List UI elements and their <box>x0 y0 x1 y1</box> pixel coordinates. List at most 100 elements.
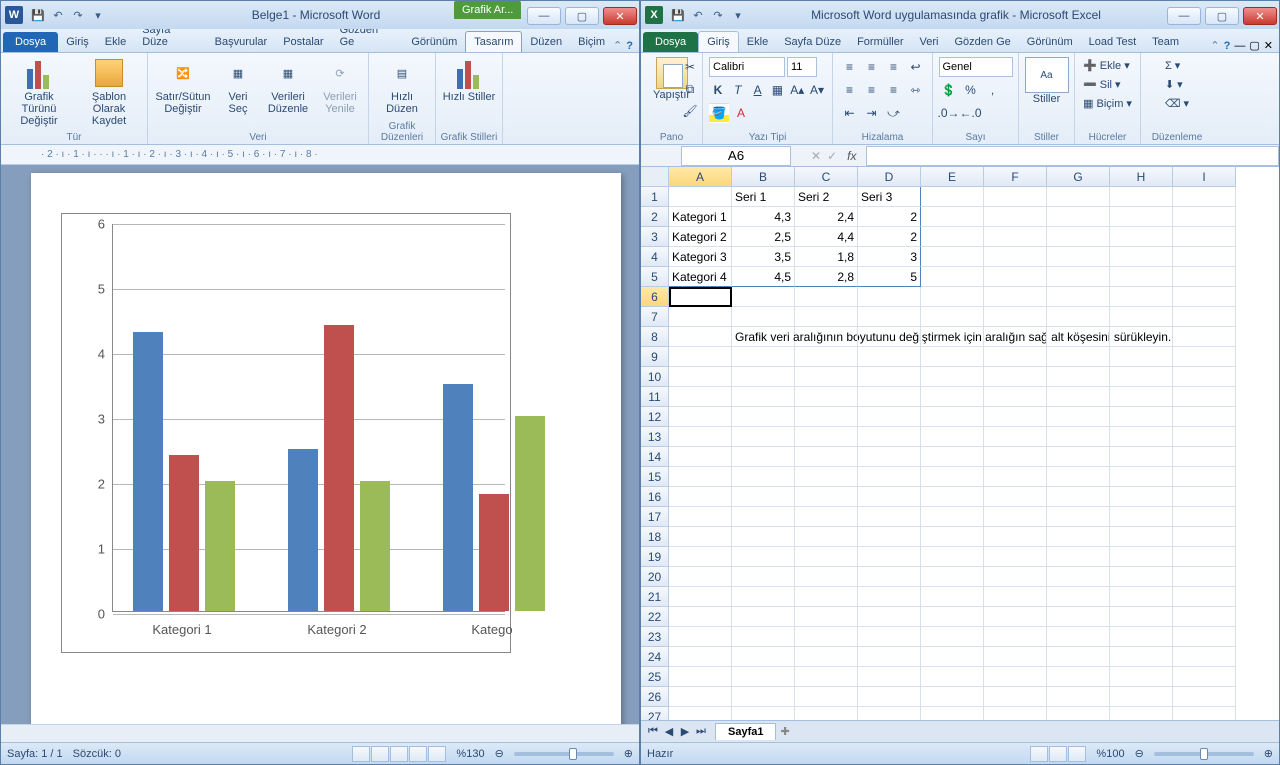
orientation-icon[interactable]: ⤻ <box>884 103 904 123</box>
cell[interactable] <box>1110 267 1173 287</box>
chart-bar[interactable] <box>205 481 235 611</box>
cell[interactable] <box>984 467 1047 487</box>
cell[interactable]: 2,8 <box>795 267 858 287</box>
cell[interactable] <box>1110 447 1173 467</box>
sheet-tab[interactable]: Sayfa1 <box>715 723 776 740</box>
cell[interactable] <box>858 387 921 407</box>
cell[interactable] <box>795 467 858 487</box>
row-header[interactable]: 25 <box>641 667 669 687</box>
enter-formula-icon[interactable]: ✓ <box>827 149 837 163</box>
cell[interactable] <box>858 327 921 347</box>
cell[interactable] <box>795 507 858 527</box>
cell[interactable] <box>732 367 795 387</box>
cell[interactable] <box>1110 487 1173 507</box>
cell[interactable] <box>984 227 1047 247</box>
qat-more-icon[interactable]: ▾ <box>729 6 747 24</box>
cell[interactable] <box>921 467 984 487</box>
cell[interactable] <box>984 567 1047 587</box>
cell[interactable] <box>984 607 1047 627</box>
cell[interactable]: 2,5 <box>732 227 795 247</box>
zoom-label[interactable]: %130 <box>456 748 484 760</box>
row-header[interactable]: 2 <box>641 207 669 227</box>
cell[interactable] <box>921 627 984 647</box>
cell[interactable] <box>1110 187 1173 207</box>
cell[interactable] <box>1110 547 1173 567</box>
cell[interactable] <box>732 427 795 447</box>
tab-formulas[interactable]: Formüller <box>849 32 911 52</box>
cell[interactable] <box>921 567 984 587</box>
excel-grid[interactable]: ABCDEFGHI 1Seri 1Seri 2Seri 32Kategori 1… <box>641 167 1279 720</box>
chart-bar[interactable] <box>515 416 545 611</box>
column-header[interactable]: G <box>1047 167 1110 187</box>
cell[interactable] <box>795 287 858 307</box>
draft-view[interactable] <box>428 746 446 762</box>
cell[interactable] <box>921 267 984 287</box>
cell[interactable] <box>732 687 795 707</box>
cell[interactable] <box>1047 227 1110 247</box>
cell[interactable] <box>669 587 732 607</box>
zoom-out-icon[interactable]: ⊖ <box>1135 747 1144 760</box>
cell[interactable] <box>1047 187 1110 207</box>
cell[interactable] <box>921 327 984 347</box>
cancel-formula-icon[interactable]: ✕ <box>811 149 821 163</box>
cell[interactable] <box>795 367 858 387</box>
cell[interactable] <box>795 547 858 567</box>
cell[interactable] <box>921 367 984 387</box>
cell[interactable] <box>669 527 732 547</box>
row-header[interactable]: 20 <box>641 567 669 587</box>
cell[interactable] <box>984 627 1047 647</box>
row-header[interactable]: 4 <box>641 247 669 267</box>
redo-icon[interactable]: ↷ <box>709 6 727 24</box>
cell[interactable] <box>921 487 984 507</box>
cell[interactable] <box>795 407 858 427</box>
cell[interactable] <box>984 667 1047 687</box>
close-button[interactable]: ✕ <box>1243 7 1277 25</box>
cell[interactable] <box>984 707 1047 720</box>
cell[interactable] <box>1173 287 1236 307</box>
chart-bar[interactable] <box>479 494 509 611</box>
underline-button[interactable]: A <box>749 80 767 100</box>
font-color-button[interactable]: A <box>731 103 751 123</box>
row-header[interactable]: 11 <box>641 387 669 407</box>
tab-load-test[interactable]: Load Test <box>1081 32 1145 52</box>
tab-home[interactable]: Giriş <box>58 32 97 52</box>
column-header[interactable]: F <box>984 167 1047 187</box>
cell[interactable] <box>1173 467 1236 487</box>
cell[interactable] <box>732 707 795 720</box>
qat-more-icon[interactable]: ▾ <box>89 6 107 24</box>
cell[interactable] <box>921 507 984 527</box>
cell[interactable] <box>795 327 858 347</box>
cell[interactable] <box>858 307 921 327</box>
cell[interactable] <box>858 467 921 487</box>
tab-chart-layout[interactable]: Düzen <box>522 32 570 52</box>
cell[interactable] <box>984 487 1047 507</box>
merge-center-icon[interactable]: ⇿ <box>906 80 926 100</box>
chart-bar[interactable] <box>360 481 390 611</box>
cell[interactable] <box>1110 467 1173 487</box>
cell[interactable] <box>1173 427 1236 447</box>
cell[interactable]: 4,4 <box>795 227 858 247</box>
cell[interactable]: 2 <box>858 227 921 247</box>
row-header[interactable]: 18 <box>641 527 669 547</box>
cell[interactable] <box>1173 247 1236 267</box>
cell[interactable] <box>1047 207 1110 227</box>
align-center-icon[interactable]: ≡ <box>862 80 882 100</box>
cell[interactable] <box>1173 307 1236 327</box>
cell[interactable] <box>1047 247 1110 267</box>
column-header[interactable]: I <box>1173 167 1236 187</box>
cell[interactable] <box>1173 507 1236 527</box>
cell[interactable] <box>858 687 921 707</box>
cell[interactable]: Kategori 3 <box>669 247 732 267</box>
column-header[interactable]: A <box>669 167 732 187</box>
tab-page-layout[interactable]: Sayfa Düze <box>776 32 849 52</box>
cell[interactable] <box>1047 447 1110 467</box>
cell[interactable] <box>1110 687 1173 707</box>
cell[interactable] <box>732 627 795 647</box>
cell[interactable] <box>669 567 732 587</box>
cell[interactable] <box>1047 347 1110 367</box>
currency-icon[interactable]: 💲 <box>939 80 959 100</box>
new-sheet-icon[interactable]: ✚ <box>780 725 789 738</box>
cell[interactable] <box>1110 247 1173 267</box>
cell[interactable] <box>669 467 732 487</box>
cell[interactable] <box>1110 327 1173 347</box>
